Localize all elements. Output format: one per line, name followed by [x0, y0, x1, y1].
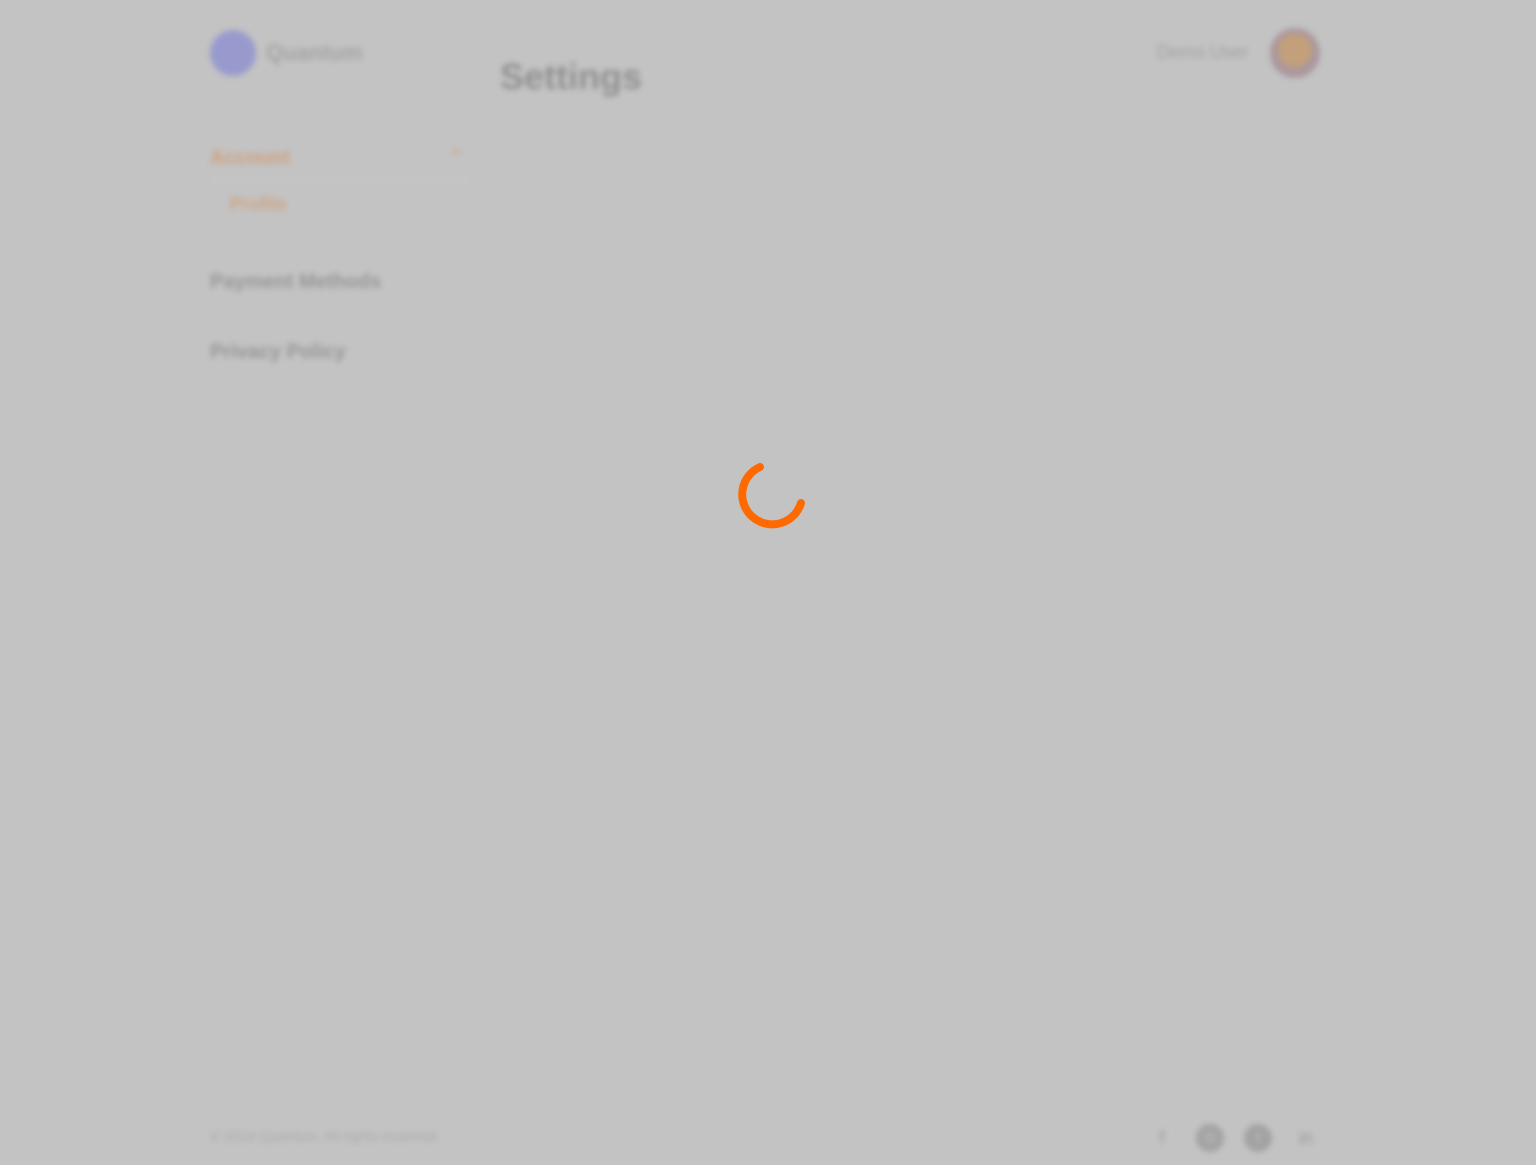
- loading-overlay: [0, 0, 1536, 1165]
- loading-screen: Quantum Settings Demo User Account ⌃ Pro…: [0, 0, 1536, 1165]
- loading-spinner-icon: [738, 463, 805, 529]
